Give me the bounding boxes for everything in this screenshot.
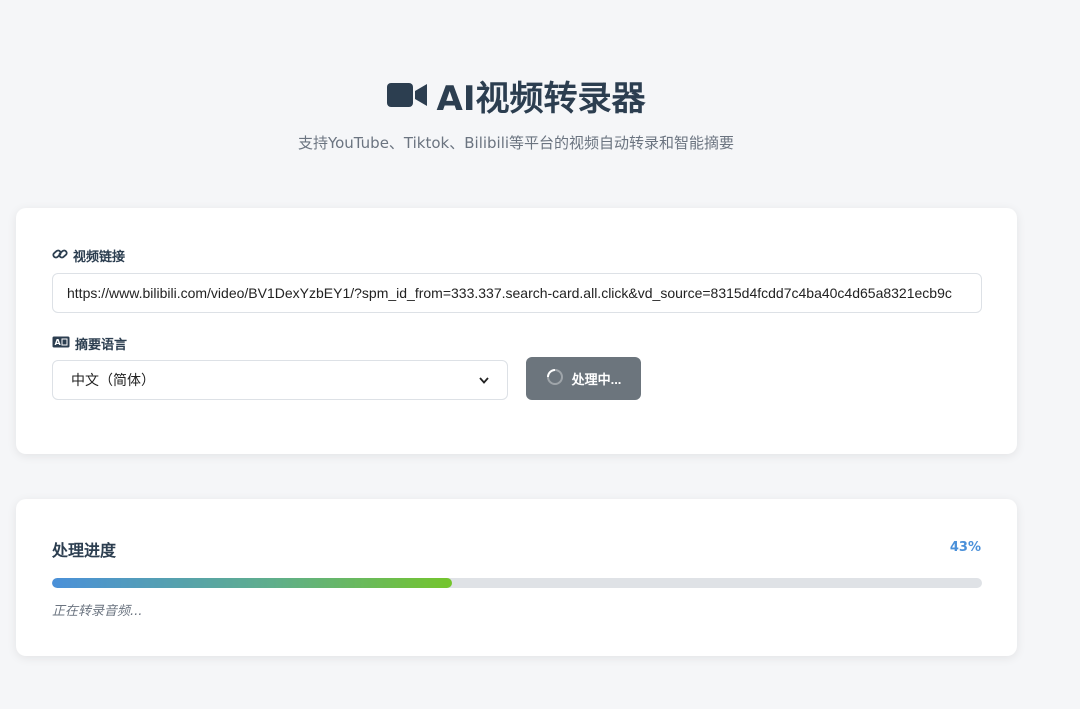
progress-status-text: 正在转录音频...: [52, 604, 143, 619]
page-subtitle: 支持YouTube、Tiktok、Bilibili等平台的视频自动转录和智能摘要: [297, 134, 735, 152]
video-camera-icon: [386, 81, 427, 109]
video-url-label: 视频链接: [52, 246, 125, 265]
summary-language-selected: 中文（简体）: [71, 373, 155, 389]
process-button-label: 处理中...: [571, 372, 622, 387]
summary-language-select[interactable]: 中文（简体）: [52, 360, 508, 400]
progress-bar-fill: [52, 578, 452, 588]
progress-bar: [52, 578, 982, 588]
spinner-icon: [546, 368, 564, 389]
svg-text:A: A: [55, 338, 62, 347]
link-icon: [52, 247, 68, 265]
summary-language-label: A 摘要语言: [52, 334, 127, 353]
video-url-input[interactable]: [52, 273, 982, 313]
progress-percent: 43%: [949, 540, 981, 555]
input-card: 视频链接 A 摘要语言 中文（简体） 处理中...: [16, 208, 1017, 454]
process-button[interactable]: 处理中...: [526, 357, 641, 400]
page-header: AI视频转录器 支持YouTube、Tiktok、Bilibili等平台的视频自…: [0, 70, 1032, 153]
video-url-label-text: 视频链接: [73, 250, 126, 265]
page-title-text: AI视频转录器: [436, 78, 646, 119]
progress-card: 处理进度 43% 正在转录音频...: [16, 499, 1017, 656]
page-title: AI视频转录器: [386, 70, 646, 120]
summary-language-label-text: 摘要语言: [75, 338, 128, 353]
language-icon: A: [52, 336, 70, 352]
chevron-down-icon: [479, 372, 489, 388]
progress-title: 处理进度: [52, 541, 117, 560]
